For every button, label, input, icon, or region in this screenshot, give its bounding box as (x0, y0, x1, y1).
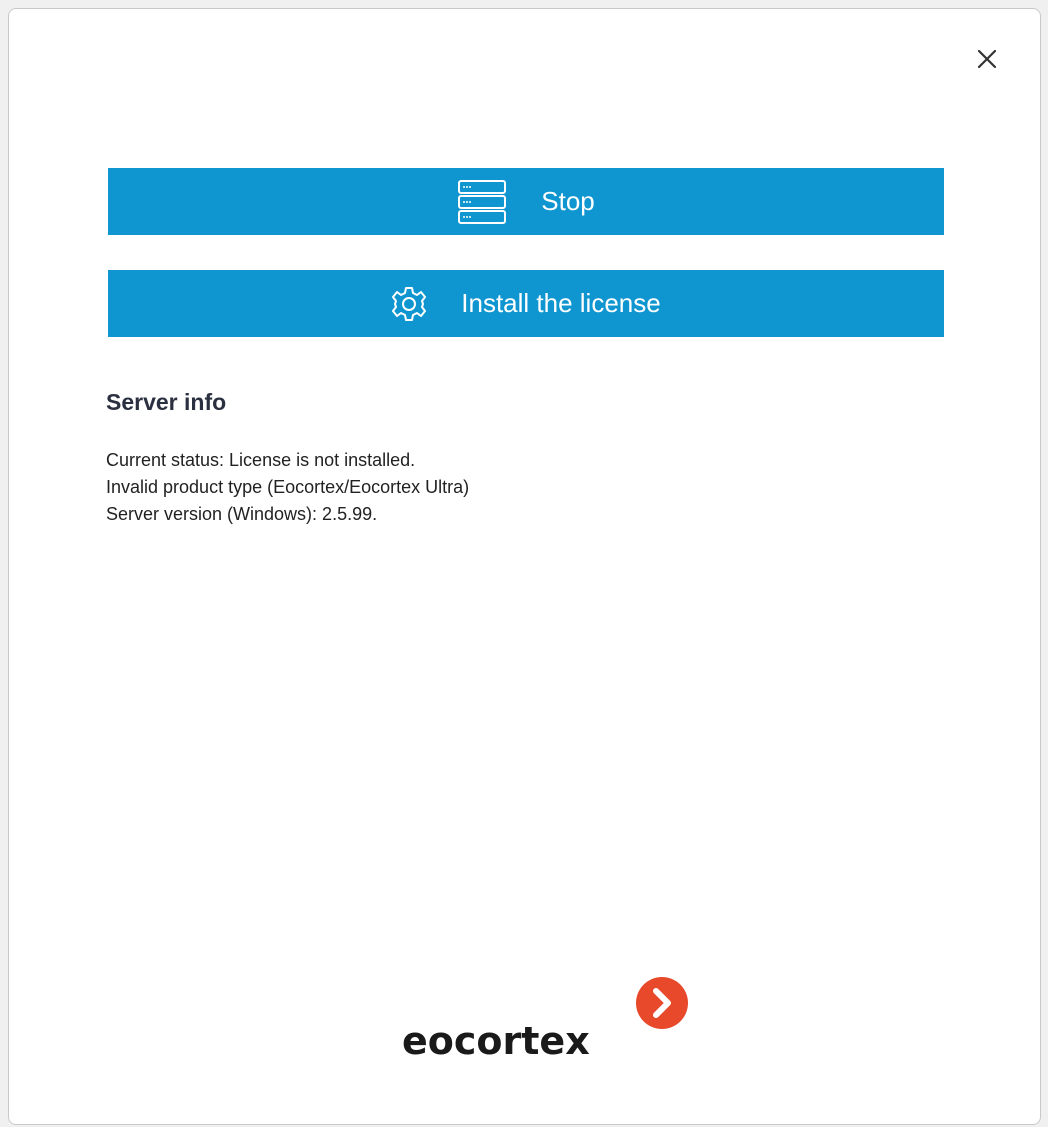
product-type-line: Invalid product type (Eocortex/Eocortex … (106, 477, 470, 497)
stop-button-label: Stop (541, 186, 595, 216)
server-dialog: Stop Install the license Server info Cur… (8, 8, 1041, 1125)
logo-text: eocortex (402, 1019, 590, 1063)
eocortex-logo: eocortex (402, 976, 702, 1079)
status-line: Current status: License is not installed… (106, 450, 416, 470)
install-license-button[interactable]: Install the license (108, 270, 944, 337)
close-button[interactable] (973, 45, 1001, 73)
logo-arrow-icon (635, 976, 689, 1030)
close-icon (976, 48, 998, 70)
server-version-line: Server version (Windows): 2.5.99. (106, 504, 378, 524)
install-license-button-label: Install the license (461, 288, 661, 318)
stop-button[interactable]: Stop (108, 168, 944, 235)
server-icon (457, 179, 507, 225)
server-info-title: Server info (106, 389, 227, 415)
gear-icon (391, 286, 427, 322)
server-info-text: Current status: License is not installed… (106, 447, 469, 528)
